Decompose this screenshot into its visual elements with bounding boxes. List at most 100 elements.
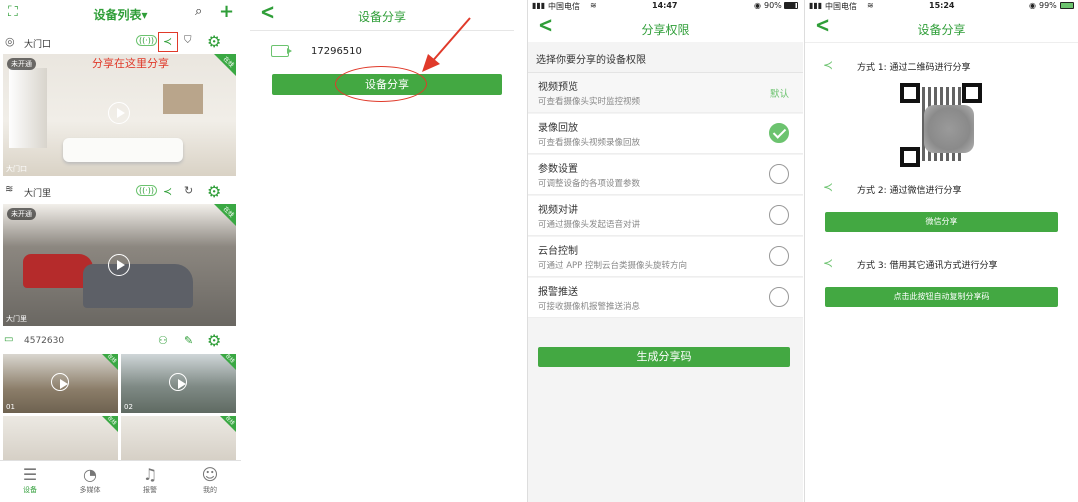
gear-icon[interactable]: ⚙	[207, 331, 221, 350]
camera-caption: 大门口	[6, 165, 27, 173]
section-title: 选择你要分享的设备权限	[536, 55, 646, 66]
method-wechat-label: 方式 2: 通过微信进行分享	[857, 186, 962, 196]
share-icon: ≺	[823, 180, 834, 194]
device-share-screen: < 设备分享 17296510 设备分享	[250, 0, 514, 502]
nvr-icon: ▭	[4, 334, 14, 345]
tab-me[interactable]: ☺ 我的	[180, 465, 240, 495]
user-share-icon[interactable]: ⚇	[158, 334, 168, 347]
gear-icon[interactable]: ⚙	[207, 182, 221, 201]
divider	[805, 42, 1078, 43]
nvr-channel-1[interactable]: 在线 01	[3, 354, 118, 413]
tab-devices[interactable]: ☰ 设备	[0, 465, 60, 495]
play-icon[interactable]	[51, 373, 69, 391]
bottom-tab-bar: ☰ 设备 ◔ 多媒体 ♫ 报警 ☺ 我的	[0, 460, 241, 502]
camera-caption: 大门里	[6, 315, 27, 323]
device-list-header: ⛶ 设备列表▾ ⌕ +	[0, 0, 241, 30]
permission-title: 视频对讲	[538, 205, 578, 216]
channel-caption: 02	[124, 403, 133, 411]
checkmark-icon[interactable]	[769, 123, 789, 143]
cloud-icon[interactable]: ((·))	[136, 35, 158, 46]
permission-title: 参数设置	[538, 164, 578, 175]
share-icon[interactable]: ≺	[163, 35, 172, 48]
annotation-text: 分享在这里分享	[92, 57, 169, 70]
tab-label: 多媒体	[79, 486, 101, 494]
permission-desc: 可调整设备的各项设置参数	[538, 179, 641, 189]
wechat-share-button[interactable]: 微信分享	[825, 212, 1058, 232]
signal-icon: ▮▮▮	[532, 1, 546, 10]
camera-preview-1[interactable]: 未开通 在线 大门口	[3, 54, 236, 176]
generate-share-code-button[interactable]: 生成分享码	[538, 347, 790, 367]
wifi-icon: ≋	[5, 184, 14, 195]
carrier: 中国电信	[548, 2, 580, 11]
permission-row-settings[interactable]: 参数设置 可调整设备的各项设置参数	[528, 155, 803, 195]
nvr-channel-3[interactable]: 在线	[3, 416, 118, 460]
radio-icon[interactable]	[769, 246, 789, 266]
qr-finder	[962, 83, 982, 103]
bell-icon: ♫	[142, 465, 158, 484]
nvr-channel-2[interactable]: 在线 02	[121, 354, 236, 413]
nvr-row: ▭ 4572630 ⚇ ✎ ⚙	[0, 331, 241, 353]
share-icon: ≺	[823, 58, 834, 72]
signal-icon: ▮▮▮	[809, 1, 823, 10]
qr-finder	[900, 83, 920, 103]
tab-label: 报警	[143, 486, 157, 494]
edit-icon[interactable]: ✎	[184, 334, 193, 347]
status-bar: ▮▮▮ 中国电信 ≋ 15:24 ◉ 99%	[805, 0, 1078, 12]
permission-row-preview: 视频预览 可查看摄像头实时监控视频 默认	[528, 73, 803, 113]
page-title[interactable]: 设备列表▾	[0, 6, 241, 23]
play-icon[interactable]	[108, 254, 130, 276]
share-methods-screen: ▮▮▮ 中国电信 ≋ 15:24 ◉ 99% < 设备分享 ≺ 方式 1: 通过…	[804, 0, 1078, 502]
sync-icon[interactable]: ↻	[184, 184, 193, 197]
battery-percent: 90%	[764, 1, 782, 10]
grey-car-shape	[83, 264, 193, 308]
camera-name: 大门里	[24, 189, 52, 199]
play-icon[interactable]	[108, 102, 130, 124]
page-title: 设备分享	[917, 23, 966, 37]
nvr-name: 4572630	[24, 336, 65, 346]
camera-preview-2[interactable]: 未开通 在线 大门里	[3, 204, 236, 326]
tab-label: 我的	[203, 486, 217, 494]
highlight-ellipse	[335, 66, 427, 102]
default-label: 默认	[769, 89, 789, 100]
permission-desc: 可通过 APP 控制云台类摄像头旋转方向	[538, 261, 687, 271]
camera-icon: ◎	[5, 35, 15, 48]
device-id: 17296510	[311, 46, 362, 57]
wifi-icon: ≋	[590, 1, 597, 10]
cloud-icon[interactable]: ((·))	[136, 185, 158, 196]
radio-icon[interactable]	[769, 164, 789, 184]
plus-icon[interactable]: +	[219, 1, 234, 22]
tab-label: 设备	[23, 486, 37, 494]
chevron-down-icon: ▾	[141, 8, 148, 22]
permission-row-playback[interactable]: 录像回放 可查看摄像头视频录像回放	[528, 114, 803, 154]
copy-share-code-button[interactable]: 点击此按钮自动复制分享码	[825, 287, 1058, 307]
radio-icon[interactable]	[769, 287, 789, 307]
status-badge: 未开通	[7, 58, 36, 70]
permission-row-ptz[interactable]: 云台控制 可通过 APP 控制云台类摄像头旋转方向	[528, 237, 803, 277]
permission-desc: 可查看摄像头实时监控视频	[538, 97, 641, 107]
radio-icon[interactable]	[769, 205, 789, 225]
status-bar: ▮▮▮ 中国电信 ≋ 14:47 ◉ 90%	[528, 0, 803, 12]
clock: 15:24	[929, 1, 955, 10]
alarm-icon: ◉	[1029, 1, 1036, 10]
search-icon[interactable]: ⌕	[195, 4, 202, 19]
permission-desc: 可接收摄像机报警推送消息	[538, 302, 641, 312]
camera-row-1: ◎ 大门口 ((·)) ≺ ⛉ ⚙	[0, 32, 241, 54]
qr-code[interactable]	[900, 83, 982, 167]
battery-percent: 99%	[1039, 1, 1057, 10]
share-methods-header: < 设备分享	[805, 12, 1078, 42]
permission-row-intercom[interactable]: 视频对讲 可通过摄像头发起语音对讲	[528, 196, 803, 236]
permission-row-alarm-push[interactable]: 报警推送 可接收摄像机报警推送消息	[528, 278, 803, 318]
method-other-label: 方式 3: 借用其它通讯方式进行分享	[857, 261, 998, 271]
play-icon[interactable]	[169, 373, 187, 391]
page-title: 分享权限	[641, 23, 690, 37]
tab-media[interactable]: ◔ 多媒体	[60, 465, 120, 495]
permission-desc: 可通过摄像头发起语音对讲	[538, 220, 641, 230]
arrow-icon	[422, 17, 471, 72]
permission-desc: 可查看摄像头视频录像回放	[538, 138, 641, 148]
share-icon[interactable]: ≺	[163, 185, 172, 198]
permission-title: 视频预览	[538, 82, 578, 93]
tab-alarms[interactable]: ♫ 报警	[120, 465, 180, 495]
nvr-channel-4[interactable]: 在线	[121, 416, 236, 460]
shield-icon[interactable]: ⛉	[184, 35, 192, 46]
gear-icon[interactable]: ⚙	[207, 32, 221, 51]
